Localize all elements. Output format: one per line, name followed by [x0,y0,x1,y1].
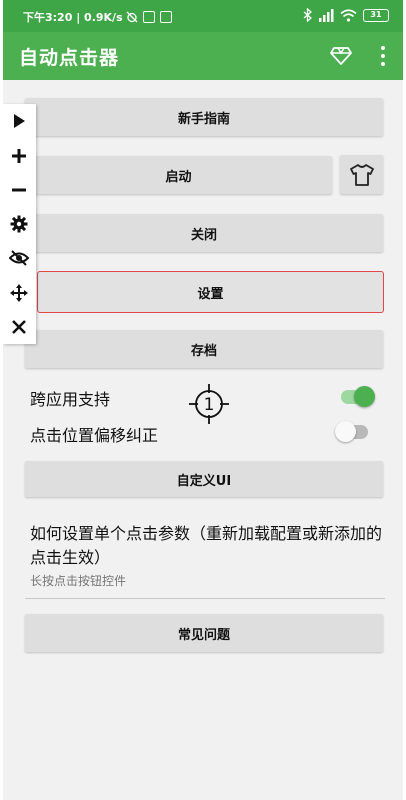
eye-off-icon[interactable] [7,246,31,270]
stop-button[interactable]: 关闭 [25,214,383,252]
gear-icon[interactable] [7,212,31,236]
more-options-icon[interactable] [373,42,393,70]
status-bar: 下午3:20 | 0.9K/s 31 [3,0,403,32]
wifi-icon [340,8,357,22]
minus-icon[interactable] [7,178,31,202]
divider [25,598,385,599]
signal-icon [319,8,334,22]
alarm-off-icon [126,11,138,23]
shirt-icon [349,163,374,186]
floating-toolbar [3,104,36,344]
switch-knob [335,421,356,442]
move-icon[interactable] [7,281,31,305]
click-target-crosshair[interactable]: 1 [188,383,230,425]
status-left: 下午3:20 | 0.9K/s [23,9,172,25]
status-time-speed: 下午3:20 | 0.9K/s [23,11,123,24]
bluetooth-icon [303,8,312,22]
help-subtitle: 长按点击按钮控件 [30,574,127,588]
cross-app-switch[interactable] [341,386,375,407]
help-title[interactable]: 如何设置单个点击参数（重新加载配置或新添加的点击生效） [30,522,390,570]
plus-icon[interactable] [7,144,31,168]
close-icon[interactable] [7,315,31,339]
diamond-icon[interactable] [329,43,353,67]
start-button[interactable]: 启动 [25,156,332,194]
app-title: 自动点击器 [19,47,120,69]
notification-app-icon [159,11,172,23]
custom-ui-button[interactable]: 自定义UI [25,461,383,497]
battery-indicator: 31 [363,8,389,22]
notification-app-icon [142,11,155,23]
position-offset-label: 点击位置偏移纠正 [30,426,159,445]
app-bar: 自动点击器 [3,32,403,80]
archive-button[interactable]: 存档 [25,330,383,368]
status-right: 31 [303,8,389,22]
play-icon[interactable] [7,109,31,133]
guide-button[interactable]: 新手指南 [25,98,383,136]
switch-knob [354,386,375,407]
faq-button[interactable]: 常见问题 [25,614,383,652]
app-screen: 下午3:20 | 0.9K/s 31 自动点击器 新手指南 启动 关闭 设置 存… [3,0,403,800]
settings-button[interactable]: 设置 [37,271,384,313]
cross-app-label: 跨应用支持 [30,390,111,409]
position-offset-switch[interactable] [335,421,368,442]
theme-button[interactable] [340,155,383,194]
crosshair-number: 1 [204,395,215,415]
